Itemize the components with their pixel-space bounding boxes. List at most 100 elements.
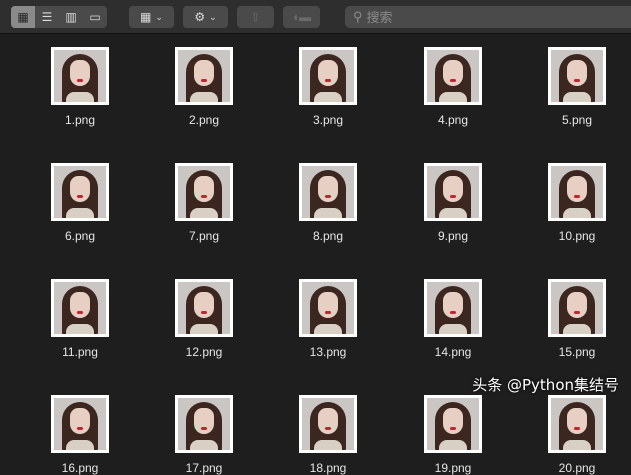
portrait-photo <box>551 166 603 218</box>
search-icon: ⚲ <box>353 9 363 24</box>
file-name: 13.png <box>309 345 347 359</box>
image-thumbnail <box>299 47 357 105</box>
file-name: 7.png <box>188 229 220 243</box>
search-field[interactable]: ⚲ <box>345 6 631 28</box>
chevron-down-icon: ⌄ <box>155 11 163 22</box>
portrait-photo <box>551 398 603 450</box>
portrait-photo <box>302 398 354 450</box>
file-name: 20.png <box>558 461 596 475</box>
chevron-down-icon: ⌄ <box>209 11 217 22</box>
file-name: 11.png <box>62 345 98 359</box>
portrait-photo <box>551 50 603 102</box>
file-item[interactable]: 6.png <box>25 163 135 243</box>
image-thumbnail <box>548 279 606 337</box>
portrait-photo <box>427 282 479 334</box>
image-thumbnail <box>548 47 606 105</box>
file-item[interactable]: 11.png <box>25 279 135 359</box>
file-item[interactable]: 19.png <box>398 395 508 475</box>
file-name: 2.png <box>188 113 220 127</box>
gear-icon: ⚙ <box>194 10 206 24</box>
image-thumbnail <box>175 163 233 221</box>
file-item[interactable]: 16.png <box>25 395 135 475</box>
file-name: 4.png <box>437 113 469 127</box>
image-thumbnail <box>424 279 482 337</box>
image-thumbnail <box>51 163 109 221</box>
file-name: 18.png <box>309 461 347 475</box>
file-item[interactable]: 17.png <box>149 395 259 475</box>
portrait-photo <box>427 166 479 218</box>
file-item[interactable]: 15.png <box>522 279 631 359</box>
image-thumbnail <box>51 279 109 337</box>
file-name: 16.png <box>61 461 99 475</box>
portrait-photo <box>54 50 106 102</box>
group-by-button[interactable]: ▦ ⌄ <box>129 6 174 28</box>
file-name: 17.png <box>185 461 223 475</box>
file-name: 12.png <box>185 345 223 359</box>
file-item[interactable]: 4.png <box>398 47 508 127</box>
file-name: 14.png <box>434 345 472 359</box>
portrait-photo <box>178 282 230 334</box>
file-name: 9.png <box>437 229 469 243</box>
view-mode-segmented-control: ▦ ☰ ▥ ▭ <box>11 6 107 28</box>
file-item[interactable]: 8.png <box>273 163 383 243</box>
portrait-photo <box>302 166 354 218</box>
file-item[interactable]: 20.png <box>522 395 631 475</box>
image-thumbnail <box>424 47 482 105</box>
file-item[interactable]: 18.png <box>273 395 383 475</box>
file-item[interactable]: 14.png <box>398 279 508 359</box>
file-item[interactable]: 2.png <box>149 47 259 127</box>
grid-icon: ▦ <box>140 10 152 24</box>
share-button[interactable]: ⇧ <box>237 6 274 28</box>
portrait-photo <box>178 398 230 450</box>
file-name: 19.png <box>434 461 472 475</box>
file-name: 1.png <box>64 113 96 127</box>
list-view-button[interactable]: ☰ <box>35 6 59 28</box>
file-item[interactable]: 10.png <box>522 163 631 243</box>
finder-toolbar: ▦ ☰ ▥ ▭ ▦ ⌄ ⚙ ⌄ ⇧ ◖▬ ⚲ <box>0 0 631 34</box>
tags-button[interactable]: ◖▬ <box>283 6 320 28</box>
image-thumbnail <box>548 163 606 221</box>
file-item[interactable]: 3.png <box>273 47 383 127</box>
file-item[interactable]: 1.png <box>25 47 135 127</box>
portrait-photo <box>427 50 479 102</box>
image-thumbnail <box>424 395 482 453</box>
image-thumbnail <box>299 163 357 221</box>
file-name: 8.png <box>312 229 344 243</box>
watermark: 头条 @Python集结号 <box>472 376 619 394</box>
file-item[interactable]: 12.png <box>149 279 259 359</box>
image-thumbnail <box>175 279 233 337</box>
file-name: 5.png <box>561 113 593 127</box>
image-thumbnail <box>299 395 357 453</box>
image-thumbnail <box>299 279 357 337</box>
action-menu-button[interactable]: ⚙ ⌄ <box>183 6 228 28</box>
file-name: 6.png <box>64 229 96 243</box>
portrait-photo <box>178 50 230 102</box>
portrait-photo <box>54 166 106 218</box>
file-name: 10.png <box>558 229 596 243</box>
image-thumbnail <box>51 47 109 105</box>
search-input[interactable] <box>366 9 567 25</box>
icon-view-button[interactable]: ▦ <box>11 6 35 28</box>
image-thumbnail <box>424 163 482 221</box>
column-view-button[interactable]: ▥ <box>59 6 83 28</box>
image-thumbnail <box>51 395 109 453</box>
image-thumbnail <box>548 395 606 453</box>
file-name: 15.png <box>558 345 596 359</box>
portrait-photo <box>427 398 479 450</box>
portrait-photo <box>54 282 106 334</box>
portrait-photo <box>302 282 354 334</box>
file-item[interactable]: 5.png <box>522 47 631 127</box>
portrait-photo <box>54 398 106 450</box>
file-item[interactable]: 9.png <box>398 163 508 243</box>
tag-icon: ◖▬ <box>291 10 312 24</box>
file-name: 3.png <box>312 113 344 127</box>
file-icon-grid: 1.png 2.png 3.png 4.png 5.png 6.png 7.png 8.png… <box>0 35 631 475</box>
image-thumbnail <box>175 395 233 453</box>
file-item[interactable]: 7.png <box>149 163 259 243</box>
portrait-photo <box>551 282 603 334</box>
portrait-photo <box>178 166 230 218</box>
portrait-photo <box>302 50 354 102</box>
image-thumbnail <box>175 47 233 105</box>
file-item[interactable]: 13.png <box>273 279 383 359</box>
gallery-view-button[interactable]: ▭ <box>83 6 107 28</box>
